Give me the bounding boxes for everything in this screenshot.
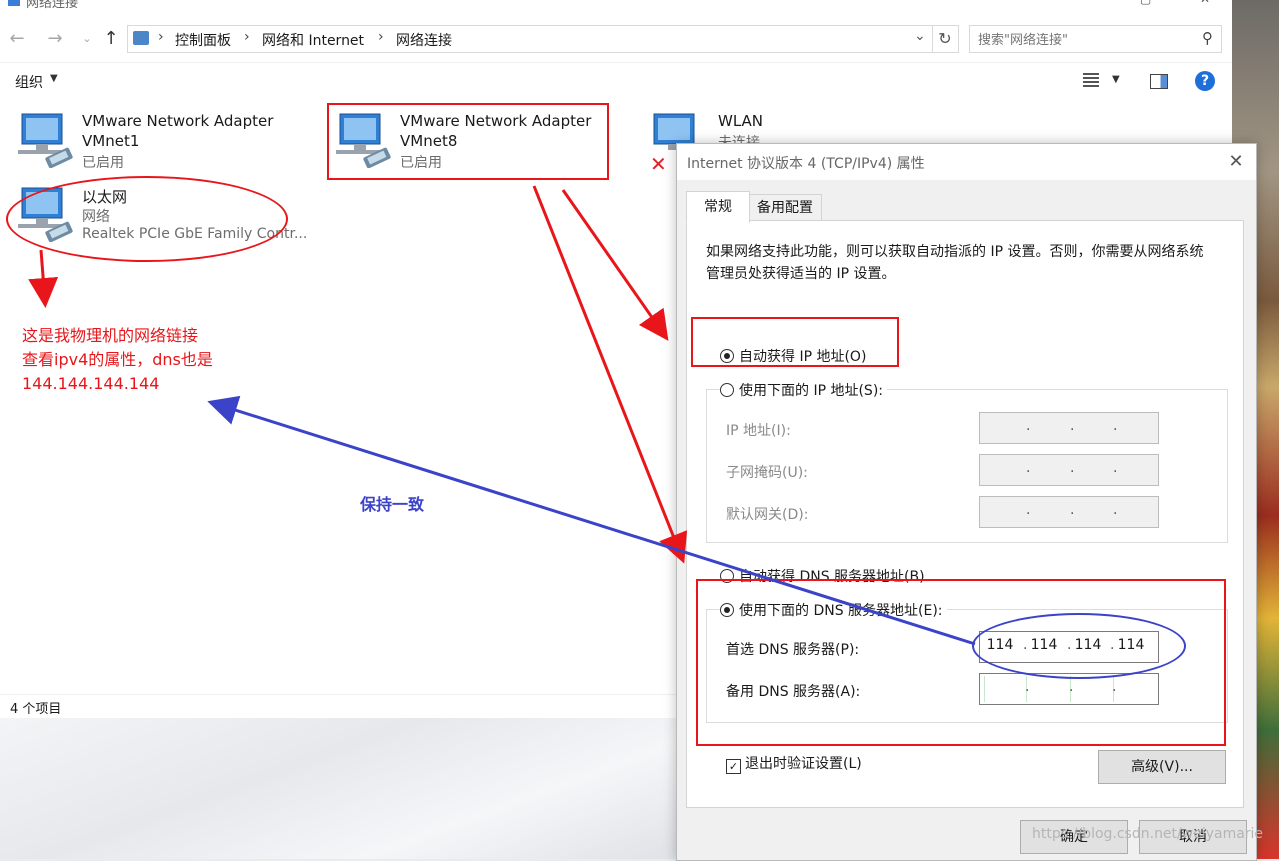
note-line: 查看ipv4的属性，dns也是 bbox=[22, 350, 213, 369]
network-item-vmnet1[interactable]: VMware Network Adapter VMnet1 已启用 bbox=[16, 112, 316, 174]
item-name-line2: VMnet1 bbox=[82, 132, 140, 150]
ipv4-properties-dialog: Internet 协议版本 4 (TCP/IPv4) 属性 ✕ 常规 备用配置 … bbox=[676, 143, 1257, 861]
caret-down-icon[interactable]: ▼ bbox=[1112, 74, 1120, 85]
search-input[interactable] bbox=[976, 29, 1190, 51]
search-icon[interactable]: ⚲ bbox=[1202, 29, 1213, 47]
chevron-right-icon[interactable]: › bbox=[244, 29, 250, 45]
checkmark-icon: ✓ bbox=[726, 759, 741, 774]
breadcrumb-network-internet[interactable]: 网络和 Internet bbox=[262, 30, 364, 50]
tab-general[interactable]: 常规 bbox=[686, 191, 750, 223]
ip-address-label: IP 地址(I): bbox=[726, 423, 791, 439]
annotation-keep-consistent: 保持一致 bbox=[360, 495, 425, 514]
history-chevron-down-icon[interactable]: ⌄ bbox=[76, 28, 98, 50]
item-status: 已启用 bbox=[82, 155, 124, 171]
chevron-down-icon[interactable]: ⌄ bbox=[914, 28, 926, 44]
item-count: 4 个项目 bbox=[10, 702, 62, 717]
advanced-button[interactable]: 高级(V)... bbox=[1098, 750, 1226, 784]
disconnected-x-icon: ✕ bbox=[650, 152, 667, 176]
breadcrumb-network-connections[interactable]: 网络连接 bbox=[396, 30, 452, 50]
explorer-titlebar: 网络连接 ▢ ✕ bbox=[0, 0, 1232, 10]
validate-label: 退出时验证设置(L) bbox=[745, 756, 862, 772]
status-bar: 4 个项目 bbox=[0, 694, 680, 719]
desktop-background bbox=[0, 718, 680, 859]
annotation-box-auto-ip bbox=[691, 317, 899, 367]
tab-alternate-config[interactable]: 备用配置 bbox=[748, 194, 822, 222]
subnet-mask-label: 子网掩码(U): bbox=[726, 465, 808, 481]
item-name-line1: VMware Network Adapter bbox=[82, 112, 274, 130]
manual-ip-label: 使用下面的 IP 地址(S): bbox=[739, 383, 883, 399]
dialog-titlebar: Internet 协议版本 4 (TCP/IPv4) 属性 ✕ bbox=[677, 144, 1256, 180]
view-options-icon[interactable] bbox=[1083, 73, 1099, 89]
default-gateway-label: 默认网关(D): bbox=[726, 507, 809, 523]
close-icon[interactable]: ✕ bbox=[1200, 0, 1220, 6]
default-gateway-field[interactable]: ... bbox=[979, 496, 1159, 528]
ip-address-field[interactable]: ... bbox=[979, 412, 1159, 444]
manual-ip-radio[interactable]: 使用下面的 IP 地址(S): bbox=[720, 380, 887, 400]
close-icon[interactable]: ✕ bbox=[1224, 150, 1248, 174]
description-text: 如果网络支持此功能，则可以获取自动指派的 IP 设置。否则，你需要从网络系统管理… bbox=[706, 244, 1204, 282]
annotation-ellipse-ethernet bbox=[6, 176, 288, 262]
preview-pane-icon[interactable] bbox=[1150, 74, 1168, 89]
up-arrow-icon[interactable]: ↑ bbox=[100, 28, 122, 50]
network-adapter-icon bbox=[18, 113, 73, 168]
annotation-box-vmnet8 bbox=[327, 103, 609, 180]
caret-down-icon[interactable]: ▼ bbox=[50, 73, 58, 84]
address-bar[interactable]: › 控制面板 › 网络和 Internet › 网络连接 ⌄ ↻ bbox=[127, 25, 959, 53]
search-box[interactable]: ⚲ bbox=[969, 25, 1222, 53]
chevron-right-icon[interactable]: › bbox=[158, 29, 164, 45]
item-name-line1: WLAN bbox=[718, 112, 764, 130]
radio-icon bbox=[720, 383, 734, 397]
address-row: ← → ⌄ ↑ › 控制面板 › 网络和 Internet › 网络连接 ⌄ ↻… bbox=[0, 22, 1232, 56]
dialog-title: Internet 协议版本 4 (TCP/IPv4) 属性 bbox=[687, 156, 925, 172]
maximize-icon[interactable]: ▢ bbox=[1140, 0, 1160, 6]
breadcrumb-control-panel[interactable]: 控制面板 bbox=[175, 30, 231, 50]
note-line: 144.144.144.144 bbox=[22, 374, 160, 393]
window-title: 网络连接 bbox=[26, 0, 79, 10]
note-line: 这是我物理机的网络链接 bbox=[22, 326, 199, 345]
forward-arrow-icon[interactable]: → bbox=[44, 28, 66, 50]
subnet-mask-field[interactable]: ... bbox=[979, 454, 1159, 486]
command-bar: 组织 ▼ ▼ ? bbox=[0, 62, 1232, 101]
control-panel-icon bbox=[133, 31, 149, 45]
chevron-right-icon[interactable]: › bbox=[378, 29, 384, 45]
help-icon[interactable]: ? bbox=[1195, 71, 1215, 91]
back-arrow-icon[interactable]: ← bbox=[6, 28, 28, 50]
refresh-icon[interactable]: ↻ bbox=[932, 26, 957, 52]
organize-button[interactable]: 组织 bbox=[15, 72, 43, 92]
watermark: https://blog.csdn.net/weiyamarie bbox=[1032, 826, 1264, 842]
annotation-ellipse-dns bbox=[972, 613, 1186, 679]
annotation-note: 这是我物理机的网络链接 查看ipv4的属性，dns也是 144.144.144.… bbox=[22, 324, 213, 396]
validate-on-exit-checkbox[interactable]: ✓ 退出时验证设置(L) bbox=[726, 753, 862, 774]
network-folder-icon bbox=[8, 0, 20, 6]
